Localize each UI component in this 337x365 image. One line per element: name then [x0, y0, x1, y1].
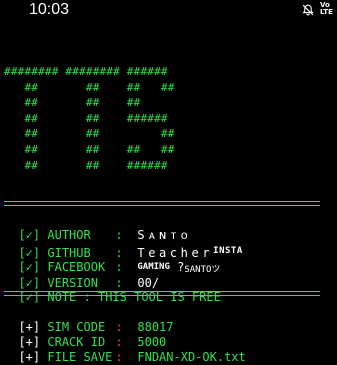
author-row: [✓] AUTHOR: Sᴀɴᴛᴏ: [18, 228, 192, 242]
crack-id-row: [+] CRACK ID: 5000: [18, 335, 167, 349]
sim-code-row: [+] SIM CODE: 88017: [18, 320, 174, 334]
banner-line: ## ## ##: [4, 96, 141, 110]
file-save-value: FNDAN-XD-OK.txt: [137, 350, 246, 364]
banner-line: ## ## ## ##: [4, 142, 175, 156]
banner-line: ## ## ######: [4, 158, 168, 172]
status-clock: 10:03: [29, 1, 70, 18]
bell-off-icon: [302, 4, 314, 16]
ascii-banner: ######## ######## ###### ## ## ## ## ## …: [4, 64, 175, 173]
banner-line: ######## ######## ######: [4, 65, 168, 78]
banner-line: ## ## ## ##: [4, 80, 175, 94]
status-bar: 10:03 Vo LTE: [0, 0, 337, 22]
note-row: [✓] NOTE : THIS TOOL IS FREE: [18, 290, 221, 304]
file-save-label: FILE SAVE: [47, 350, 113, 364]
file-save-row: [+] FILE SAVE: FNDAN-XD-OK.txt: [18, 350, 246, 364]
divider-rule: [4, 291, 320, 296]
github-row: [✓] GITHUB: TeacherINSTA: [18, 246, 243, 260]
volte-icon: Vo LTE: [320, 1, 333, 16]
banner-line: ## ## ##: [4, 127, 175, 141]
facebook-row: [✓] FACEBOOK: GAMING ?SANTOツ: [18, 260, 221, 275]
divider-rule: [4, 201, 320, 206]
plus-bracket: [+]: [18, 350, 41, 364]
banner-line: ## ## ######: [4, 111, 168, 125]
